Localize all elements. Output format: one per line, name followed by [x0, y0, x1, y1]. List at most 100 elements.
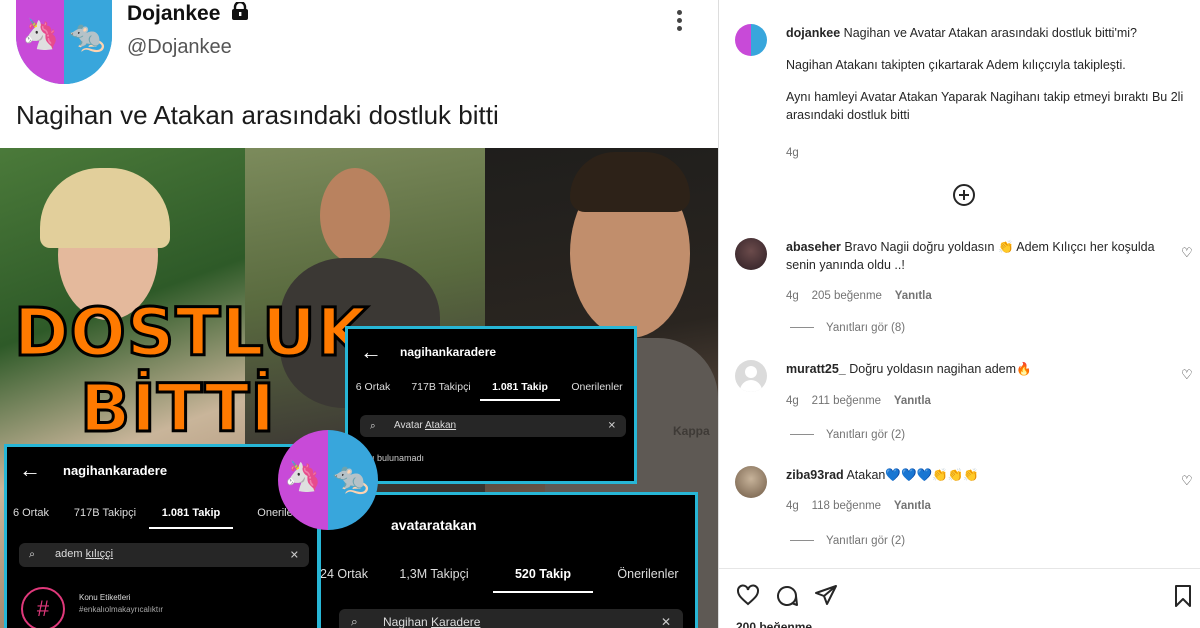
ig-card-nagihan-left: ← nagihankaradere 6 Ortak 717B Takipçi 1… — [4, 444, 320, 628]
comment-likes[interactable]: 118 beğenme — [812, 500, 881, 512]
tweet-image[interactable]: Kappa DOSTLUK BİTTİ ← nagihankaradere 6 … — [0, 148, 718, 628]
unicorn-icon: 🦄 — [284, 460, 322, 493]
reply-button[interactable]: Yanıtla — [895, 290, 932, 302]
search-text-underlined: kılıççi — [85, 548, 114, 560]
tab-takipci: 1,3M Takipçi — [399, 567, 469, 581]
comment: abaseher Bravo Nagii doğru yoldasın 👏 Ad… — [786, 238, 1166, 274]
reply-button[interactable]: Yanıtla — [894, 395, 931, 407]
comment-avatar[interactable] — [735, 466, 767, 498]
search-text-underlined: Karadere — [431, 615, 481, 628]
search-icon: ⌕ — [351, 614, 358, 628]
unicorn-icon: 🦄 — [22, 18, 60, 51]
tab-onerilenler: Onerilenler — [571, 381, 623, 393]
view-replies[interactable]: Yanıtları gör (2) — [790, 429, 905, 441]
view-replies[interactable]: Yanıtları gör (2) — [790, 535, 905, 547]
tweet-panel: 🦄 🐀 Dojankee @Dojankee Nagihan ve Atakan… — [0, 0, 718, 628]
post-caption: dojankee Nagihan ve Avatar Atakan arasın… — [786, 24, 1186, 124]
comment-likes[interactable]: 205 beğenme — [812, 290, 882, 302]
comment: ziba93rad Atakan💙💙💙👏👏👏 — [786, 466, 1166, 484]
caption-title: Nagihan ve Avatar Atakan arasındaki dost… — [843, 26, 1137, 40]
tab-takip: 1.081 Takip — [149, 507, 233, 529]
like-heart-icon[interactable]: ♡ — [1181, 246, 1195, 260]
clear-icon: ✕ — [660, 615, 671, 628]
view-replies-label: Yanıtları gör (2) — [826, 429, 906, 441]
search-text: Avatar — [394, 420, 425, 431]
tweet-text: Nagihan ve Atakan arasındaki dostluk bit… — [16, 100, 499, 130]
comment-text: Atakan💙💙💙👏👏👏 — [846, 468, 979, 482]
tab-ortak: 24 Ortak — [320, 567, 368, 581]
kappa-logo: Kappa — [673, 424, 710, 438]
divider — [719, 568, 1200, 569]
rat-icon: 🐀 — [68, 20, 106, 53]
clear-icon: ✕ — [289, 549, 299, 562]
search-text-underlined: Atakan — [424, 420, 457, 431]
comment-likes[interactable]: 211 beğenme — [812, 395, 881, 407]
tab-onerilenler: Önerilenler — [617, 567, 679, 581]
tab-ortak: 6 Ortak — [355, 381, 391, 393]
display-name[interactable]: Dojankee — [127, 2, 220, 26]
back-arrow-icon: ← — [360, 339, 382, 364]
overlay-avatar: 🦄 🐀 — [278, 430, 378, 530]
ig-tabs: 6 Ortak 717B Takipçi 1.081 Takip Onerile — [7, 507, 317, 529]
comment-time: 4g — [786, 290, 799, 302]
hashtag-label: Konu Etiketleri — [79, 593, 131, 602]
comment-time: 4g — [786, 395, 799, 407]
caption-username[interactable]: dojankee — [786, 26, 840, 40]
like-heart-icon[interactable]: ♡ — [1181, 368, 1195, 382]
ig-tabs: 24 Ortak 1,3M Takipçi 520 Takip Önerilen… — [320, 567, 695, 593]
ig-username: avataratakan — [391, 517, 477, 533]
post-author-avatar[interactable] — [735, 24, 767, 56]
ig-search-field: ⌕ Avatar Atakan ✕ — [360, 415, 626, 437]
comment-username[interactable]: abaseher — [786, 240, 841, 254]
hashtag-icon: # — [21, 587, 65, 628]
caption-para2: Aynı hamleyi Avatar Atakan Yaparak Nagih… — [786, 90, 1184, 122]
comment-username[interactable]: muratt25_ — [786, 362, 846, 376]
tab-takipci: 717B Takipçi — [411, 381, 471, 393]
comment-icon[interactable] — [775, 584, 799, 608]
post-likes-count[interactable]: 200 beğenme — [736, 620, 812, 628]
overlay-dostluk: DOSTLUK — [13, 293, 370, 373]
tab-takip: 520 Takip — [493, 567, 593, 593]
ig-tabs: 6 Ortak 717B Takipçi 1.081 Takip Onerile… — [348, 381, 634, 401]
rat-icon: 🐀 — [332, 462, 370, 495]
profile-avatar[interactable]: 🦄 🐀 — [16, 0, 112, 84]
load-more-comments-icon[interactable] — [953, 184, 975, 206]
more-vertical-icon[interactable] — [672, 8, 686, 34]
search-text: Nagihan — [383, 615, 432, 628]
tab-takipci: 717B Takipçi — [73, 507, 137, 519]
ig-username: nagihankaradere — [400, 345, 497, 359]
bookmark-icon[interactable] — [1173, 584, 1193, 608]
comment-username[interactable]: ziba93rad — [786, 468, 844, 482]
like-heart-icon[interactable]: ♡ — [1181, 474, 1195, 488]
hashtag-text: #enkalıolmakayrıcalıktır — [79, 605, 164, 614]
ig-search-field: ⌕ adem kılıççi ✕ — [19, 543, 309, 567]
lock-icon — [232, 2, 248, 20]
share-icon[interactable] — [814, 584, 838, 606]
user-handle[interactable]: @Dojankee — [127, 36, 232, 59]
comment-avatar[interactable] — [735, 238, 767, 270]
search-text: adem — [55, 548, 86, 560]
ig-search-field: ⌕ Nagihan Karadere ✕ — [339, 609, 683, 628]
comment: muratt25_ Doğru yoldasın nagihan adem🔥 — [786, 360, 1166, 378]
like-icon[interactable] — [736, 584, 760, 606]
clear-icon: ✕ — [607, 420, 616, 432]
ig-card-nagihan-top: ← nagihankaradere 6 Ortak 717B Takipçi 1… — [345, 326, 637, 484]
back-arrow-icon: ← — [19, 457, 41, 482]
comment-avatar[interactable] — [735, 360, 767, 392]
tab-takip: 1.081 Takip — [480, 381, 560, 401]
view-replies-label: Yanıtları gör (2) — [826, 535, 906, 547]
page: 🦄 🐀 Dojankee @Dojankee Nagihan ve Atakan… — [0, 0, 1200, 628]
comment-text: Bravo Nagii doğru yoldasın 👏 Adem Kılıçc… — [786, 240, 1155, 272]
comment-meta: 4g 211 beğenme Yanıtla — [786, 395, 931, 407]
view-replies-label: Yanıtları gör (8) — [826, 322, 906, 334]
view-replies[interactable]: Yanıtları gör (8) — [790, 322, 905, 334]
reply-button[interactable]: Yanıtla — [894, 500, 931, 512]
post-time: 4g — [786, 147, 799, 159]
comment-text: Doğru yoldasın nagihan adem🔥 — [849, 362, 1032, 376]
caption-para1: Nagihan Atakanı takipten çıkartarak Adem… — [786, 58, 1126, 72]
overlay-bitti: BİTTİ — [79, 369, 277, 449]
tab-ortak: 6 Ortak — [12, 507, 50, 519]
search-icon: ⌕ — [29, 548, 36, 561]
comment-time: 4g — [786, 500, 799, 512]
comment-meta: 4g 118 beğenme Yanıtla — [786, 500, 931, 512]
